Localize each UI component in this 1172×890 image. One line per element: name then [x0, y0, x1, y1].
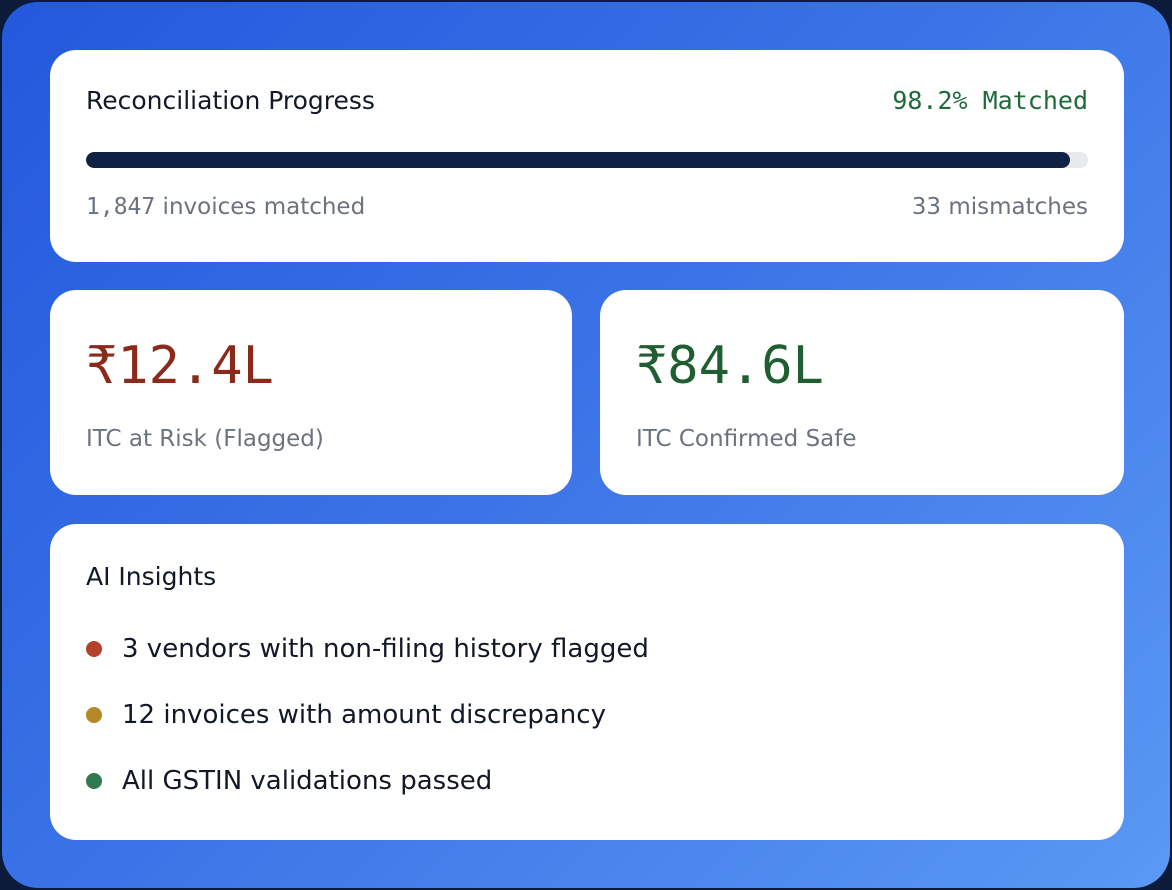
insight-text: All GSTIN validations passed	[122, 766, 493, 796]
insights-title: AI Insights	[86, 562, 217, 591]
insight-item: 3 vendors with non-filing history flagge…	[86, 634, 649, 664]
insight-text: 3 vendors with non-filing history flagge…	[122, 634, 649, 664]
status-dot-icon	[86, 641, 102, 657]
itc-at-risk-label: ITC at Risk (Flagged)	[86, 426, 324, 452]
invoices-matched: 1,847 invoices matched	[86, 194, 365, 220]
itc-at-risk-card: ₹12.4L ITC at Risk (Flagged)	[50, 290, 572, 495]
mismatches-count: 33 mismatches	[911, 194, 1088, 220]
progress-bar	[86, 152, 1088, 168]
itc-confirmed-safe-label: ITC Confirmed Safe	[636, 426, 857, 452]
status-dot-icon	[86, 773, 102, 789]
dashboard-panel: Reconciliation Progress 98.2% Matched 1,…	[2, 2, 1170, 888]
insight-text: 12 invoices with amount discrepancy	[122, 700, 606, 730]
insight-item: All GSTIN validations passed	[86, 766, 492, 796]
itc-at-risk-value: ₹12.4L	[86, 336, 274, 396]
progress-bar-fill	[86, 152, 1070, 168]
matched-count: 1,847	[86, 194, 156, 220]
insight-item: 12 invoices with amount discrepancy	[86, 700, 606, 730]
matched-percent: 98.2% Matched	[892, 86, 1088, 115]
ai-insights-card: AI Insights 3 vendors with non-filing hi…	[50, 524, 1124, 840]
reconciliation-progress-card: Reconciliation Progress 98.2% Matched 1,…	[50, 50, 1124, 262]
progress-title: Reconciliation Progress	[86, 86, 375, 115]
status-dot-icon	[86, 707, 102, 723]
itc-confirmed-safe-value: ₹84.6L	[636, 336, 824, 396]
matched-suffix: invoices matched	[155, 194, 366, 220]
itc-confirmed-safe-card: ₹84.6L ITC Confirmed Safe	[600, 290, 1124, 495]
